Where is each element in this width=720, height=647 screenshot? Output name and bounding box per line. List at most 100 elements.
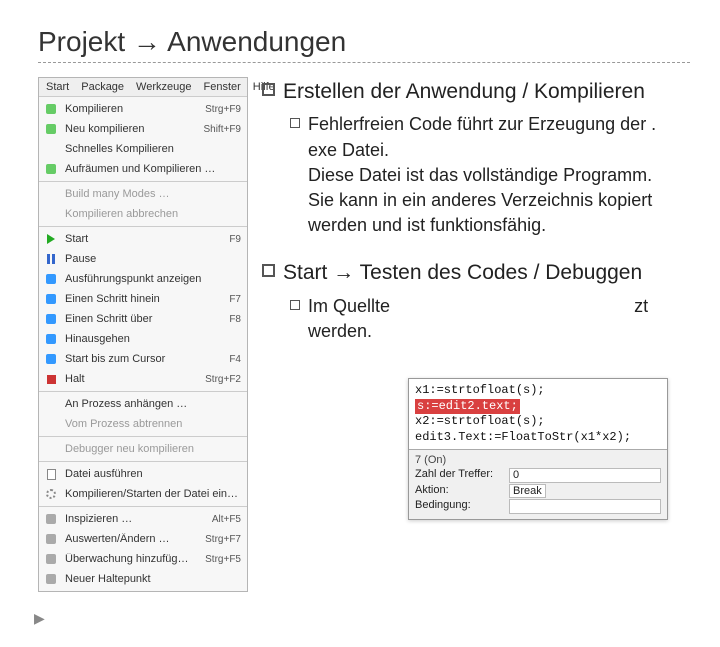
bullet-square-small-icon: [290, 300, 300, 310]
code-snippet: x1:=strtofloat(s);s:=edit2.text;x2:=strt…: [409, 379, 667, 449]
menu-item: Vom Prozess abtrennen: [39, 414, 247, 434]
ic-blue-icon: [43, 351, 59, 367]
menu-item[interactable]: Einen Schritt überF8: [39, 309, 247, 329]
ic-green-icon: [43, 161, 59, 177]
bullet-square-icon: [262, 83, 275, 96]
breakpoint-overlay: x1:=strtofloat(s);s:=edit2.text;x2:=strt…: [408, 378, 668, 520]
code-line: s:=edit2.text;: [415, 399, 661, 415]
menu-item[interactable]: An Prozess anhängen …: [39, 394, 247, 414]
ic-green-icon: [43, 101, 59, 117]
menu-item-shortcut: Strg+F2: [199, 374, 241, 385]
menu-bar-item[interactable]: Start: [43, 80, 72, 94]
menu-item[interactable]: Kompilieren/Starten der Datei einrichten…: [39, 484, 247, 504]
ic-blue-icon: [43, 271, 59, 287]
menu-item-label: Überwachung hinzufügen …: [65, 553, 193, 565]
blank-icon: [43, 206, 59, 222]
menu-item-label: Ausführungspunkt anzeigen: [65, 273, 241, 285]
bullet-compile-detail: Fehlerfreien Code führt zur Erzeugung de…: [308, 112, 690, 238]
menu-item[interactable]: Datei ausführen: [39, 464, 247, 484]
ic-gray-icon: [43, 571, 59, 587]
menu-item[interactable]: Ausführungspunkt anzeigen: [39, 269, 247, 289]
blank-icon: [43, 141, 59, 157]
breakpoint-value[interactable]: [509, 499, 661, 514]
menu-item-label: Start bis zum Cursor: [65, 353, 217, 365]
menu-item[interactable]: Neuer Haltepunkt: [39, 569, 247, 589]
ic-green-icon: [43, 121, 59, 137]
menu-item[interactable]: KompilierenStrg+F9: [39, 99, 247, 119]
menu-item-shortcut: F8: [223, 314, 241, 325]
menu-item[interactable]: Halt Strg+F2: [39, 369, 247, 389]
slide-title: Projekt → Anwendungen: [38, 26, 690, 58]
bullet-start: Start → Testen des Codes / Debuggen: [283, 258, 642, 287]
menu-item-label: Kompilieren abbrechen: [65, 208, 241, 220]
menu-item[interactable]: Einen Schritt hinein F7: [39, 289, 247, 309]
slide-marker-triangle: ▶: [34, 610, 248, 627]
code-line: edit3.Text:=FloatToStr(x1*x2);: [415, 430, 661, 446]
menu-item: Debugger neu kompilieren: [39, 439, 247, 459]
menu-item-shortcut: F4: [223, 354, 241, 365]
ic-pause-icon: [43, 251, 59, 267]
code-line: x2:=strtofloat(s);: [415, 414, 661, 430]
menu-bar: StartPackageWerkzeugeFensterHilfe: [39, 78, 247, 97]
menu-item[interactable]: Schnelles Kompilieren: [39, 139, 247, 159]
menu-item-label: Einen Schritt hinein: [65, 293, 217, 305]
breakpoint-row: Zahl der Treffer: 0: [415, 468, 661, 483]
menu-item-label: Schnelles Kompilieren: [65, 143, 241, 155]
menu-item[interactable]: Start F9: [39, 229, 247, 249]
breakpoint-label: Bedingung:: [415, 499, 505, 514]
breakpoint-label: Zahl der Treffer:: [415, 468, 505, 483]
bullet-compile: Erstellen der Anwendung / Kompilieren: [283, 77, 645, 106]
menu-bar-item[interactable]: Package: [78, 80, 127, 94]
menu-item-shortcut: Strg+F7: [199, 534, 241, 545]
bullet-square-icon: [262, 264, 275, 277]
bullet-start-detail-pre: Im Quellte: [308, 296, 390, 316]
ic-blue-icon: [43, 331, 59, 347]
menu-item-label: Debugger neu kompilieren: [65, 443, 241, 455]
menu-item-shortcut: F7: [223, 294, 241, 305]
menu-item-label: Neuer Haltepunkt: [65, 573, 241, 585]
menu-bar-item[interactable]: Werkzeuge: [133, 80, 194, 94]
title-underline: [38, 62, 690, 63]
menu-item-label: Kompilieren: [65, 103, 193, 115]
menu-item-label: Datei ausführen: [65, 468, 241, 480]
menu-item-label: An Prozess anhängen …: [65, 398, 241, 410]
menu-item: Build many Modes …: [39, 184, 247, 204]
ic-doc-icon: [43, 466, 59, 482]
menu-item[interactable]: Neu kompilierenShift+F9: [39, 119, 247, 139]
menu-item[interactable]: Hinausgehen: [39, 329, 247, 349]
bullet-start-detail: Im Quellte ………………………………… zt werden.: [308, 294, 690, 344]
menu-item-label: Aufräumen und Kompilieren …: [65, 163, 241, 175]
menu-item-shortcut: F9: [223, 234, 241, 245]
bullet-square-small-icon: [290, 118, 300, 128]
breakpoint-panel: 7 (On) Zahl der Treffer: 0 Aktion: Break Bed…: [409, 449, 667, 519]
menu-item-label: Start: [65, 233, 217, 245]
ic-blue-icon: [43, 311, 59, 327]
menu-item-label: Hinausgehen: [65, 333, 241, 345]
breakpoint-label: Aktion:: [415, 484, 505, 498]
menu-bar-item[interactable]: Fenster: [200, 80, 243, 94]
ic-gear-icon: [43, 486, 59, 502]
menu-item[interactable]: Start bis zum Cursor F4: [39, 349, 247, 369]
ic-blue-icon: [43, 291, 59, 307]
menu-item[interactable]: Überwachung hinzufügen …Strg+F5: [39, 549, 247, 569]
menu-item[interactable]: Pause: [39, 249, 247, 269]
menu-item[interactable]: Auswerten/Ändern … Strg+F7: [39, 529, 247, 549]
ic-gray-icon: [43, 531, 59, 547]
blank-icon: [43, 186, 59, 202]
ic-play-icon: [43, 231, 59, 247]
menu-item[interactable]: Inspizieren …Alt+F5: [39, 509, 247, 529]
blank-icon: [43, 441, 59, 457]
breakpoint-select[interactable]: Break: [509, 484, 546, 498]
breakpoint-row: Bedingung:: [415, 499, 661, 514]
menu-item-label: Build many Modes …: [65, 188, 241, 200]
menu-item-label: Auswerten/Ändern …: [65, 533, 193, 545]
menu-item-label: Inspizieren …: [65, 513, 200, 525]
menu-item: Kompilieren abbrechen: [39, 204, 247, 224]
breakpoint-value[interactable]: 0: [509, 468, 661, 483]
code-line: x1:=strtofloat(s);: [415, 383, 661, 399]
breakpoint-tab: 7 (On): [415, 454, 661, 466]
menu-item[interactable]: Aufräumen und Kompilieren …: [39, 159, 247, 179]
menu-item-label: Halt: [65, 373, 193, 385]
blank-icon: [43, 396, 59, 412]
ic-gray-icon: [43, 551, 59, 567]
